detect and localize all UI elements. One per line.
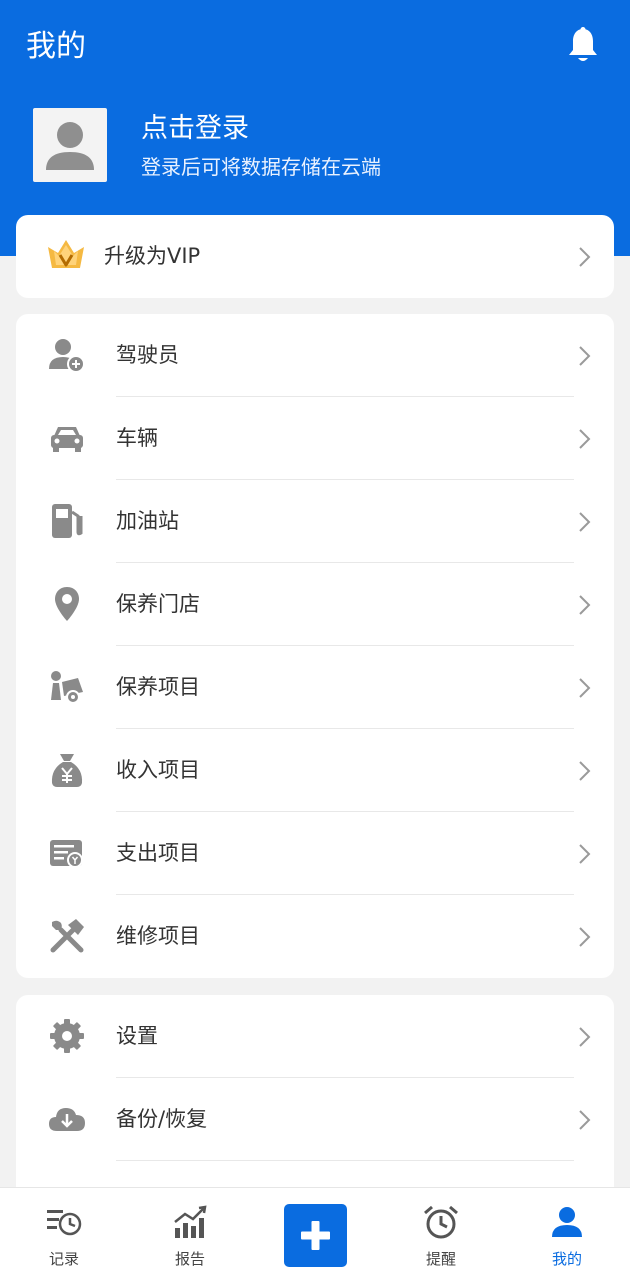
plus-icon — [301, 1221, 330, 1250]
add-record-button[interactable] — [284, 1204, 347, 1267]
gas-station-icon — [52, 504, 83, 538]
car-icon — [51, 427, 83, 452]
menu-item-label: 保养项目 — [116, 675, 200, 699]
menu-item-income[interactable]: 收入项目 — [16, 729, 614, 812]
menu-item-label: 收入项目 — [116, 758, 200, 782]
menu-item-label: 保养门店 — [116, 592, 200, 616]
alarm-clock-icon — [424, 1205, 458, 1239]
money-bag-icon — [51, 754, 83, 787]
vip-crown-icon — [48, 240, 84, 268]
login-title[interactable]: 点击登录 — [141, 110, 249, 148]
tab-record[interactable]: 记录 — [14, 1188, 114, 1280]
chevron-right-icon — [579, 346, 591, 366]
location-pin-icon — [55, 587, 79, 621]
tab-reminder[interactable]: 提醒 — [391, 1188, 491, 1280]
divider — [116, 1160, 574, 1161]
driver-add-icon — [49, 339, 85, 373]
chevron-right-icon — [579, 512, 591, 532]
chevron-right-icon — [579, 927, 591, 947]
chevron-right-icon — [579, 1027, 591, 1047]
person-icon — [552, 1207, 582, 1237]
vip-label: 升级为VIP — [104, 244, 201, 268]
chevron-right-icon — [579, 844, 591, 864]
tab-mine[interactable]: 我的 — [517, 1188, 617, 1280]
tab-report[interactable]: 报告 — [140, 1188, 240, 1280]
menu-item-label: 支出项目 — [116, 841, 200, 865]
vip-upgrade-item[interactable]: 升级为VIP — [16, 215, 614, 298]
gear-icon — [50, 1019, 84, 1053]
menu-item-vehicle[interactable]: 车辆 — [16, 397, 614, 480]
report-chart-icon — [174, 1205, 207, 1238]
menu-card-main: 驾驶员 车辆 加油站 保养门店 保养项目 收入项目 支出项目 维修项目 — [16, 314, 614, 978]
menu-item-label: 加油站 — [116, 509, 179, 533]
menu-item-expense[interactable]: 支出项目 — [16, 812, 614, 895]
cloud-download-icon — [49, 1108, 85, 1131]
bell-icon[interactable] — [566, 26, 600, 64]
menu-item-settings[interactable]: 设置 — [16, 995, 614, 1078]
bottom-tab-bar: 记录 报告 提醒 我的 — [0, 1187, 630, 1280]
menu-item-maintenance-project[interactable]: 保养项目 — [16, 646, 614, 729]
menu-item-label: 维修项目 — [116, 924, 200, 948]
menu-item-gas-station[interactable]: 加油站 — [16, 480, 614, 563]
chevron-right-icon — [579, 247, 591, 267]
tab-label: 提醒 — [425, 1250, 456, 1268]
menu-item-label: 车辆 — [116, 426, 158, 450]
tab-label: 报告 — [174, 1250, 205, 1268]
menu-item-maintenance-shop[interactable]: 保养门店 — [16, 563, 614, 646]
chevron-right-icon — [579, 595, 591, 615]
tools-icon — [50, 919, 84, 953]
chevron-right-icon — [579, 761, 591, 781]
chevron-right-icon — [579, 678, 591, 698]
menu-item-driver[interactable]: 驾驶员 — [16, 314, 614, 397]
login-subtitle: 登录后可将数据存储在云端 — [141, 155, 381, 179]
bill-icon — [50, 840, 83, 868]
tab-label: 记录 — [48, 1250, 79, 1268]
menu-item-label: 备份/恢复 — [116, 1107, 208, 1131]
menu-item-backup-restore[interactable]: 备份/恢复 — [16, 1078, 614, 1161]
chevron-right-icon — [579, 429, 591, 449]
page-title: 我的 — [26, 29, 86, 64]
avatar[interactable] — [33, 108, 107, 182]
menu-item-label: 驾驶员 — [116, 343, 179, 367]
person-avatar-icon — [46, 122, 94, 170]
chevron-right-icon — [579, 1110, 591, 1130]
record-icon — [47, 1210, 82, 1236]
menu-item-label: 设置 — [116, 1024, 158, 1048]
tab-label: 我的 — [551, 1250, 582, 1268]
maintenance-icon — [51, 671, 83, 704]
menu-item-repair[interactable]: 维修项目 — [16, 895, 614, 978]
